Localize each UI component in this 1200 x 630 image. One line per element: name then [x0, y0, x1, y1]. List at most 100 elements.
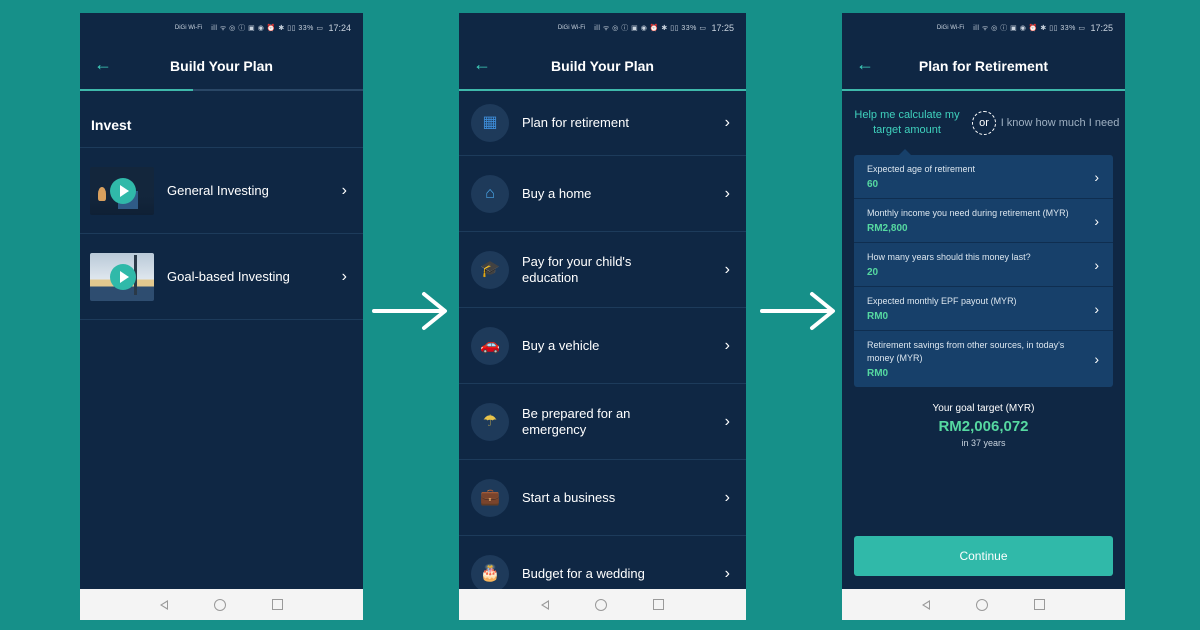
app-bar: ← Plan for Retirement: [842, 43, 1125, 89]
arrow-right-icon: [760, 292, 835, 330]
play-icon[interactable]: [110, 177, 136, 204]
goal-item[interactable]: ☂ Be prepared for an emergency ›: [459, 384, 746, 460]
chevron-right-icon: ›: [341, 181, 347, 199]
chevron-right-icon: ›: [1094, 256, 1099, 273]
goal-glyph: ▦: [482, 114, 498, 131]
goal-target-summary: Your goal target (MYR) RM2,006,072 in 37…: [842, 403, 1125, 448]
goal-item-label: Buy a home: [522, 185, 592, 201]
back-arrow-icon[interactable]: ←: [473, 55, 491, 73]
chevron-right-icon: ›: [1094, 168, 1099, 185]
goal-item[interactable]: 🚗 Buy a vehicle ›: [459, 308, 746, 384]
option-calculate-target[interactable]: Help me calculate my target amount: [842, 108, 972, 138]
or-badge: or: [972, 111, 996, 135]
retirement-field[interactable]: Expected monthly EPF payout (MYR) RM0 ›: [854, 287, 1113, 331]
chevron-right-icon: ›: [724, 260, 730, 278]
graduation-cap-icon: 🎓: [471, 250, 509, 289]
retirement-icon: ▦: [471, 104, 509, 142]
chevron-right-icon: ›: [341, 267, 347, 285]
field-value: RM0: [867, 311, 889, 322]
nav-recent-icon[interactable]: [1034, 599, 1045, 610]
nav-home-icon[interactable]: [595, 598, 607, 611]
page-title: Build Your Plan: [551, 58, 654, 74]
status-bar: DiGi Wi-Fi ill ᯤ ◎ ⓘ ▣ ◉ ⏰ ✱ ▯▯ 33% ▭ 17…: [842, 13, 1125, 43]
retirement-field[interactable]: How many years should this money last? 20…: [854, 243, 1113, 287]
chevron-right-icon: ›: [724, 114, 730, 131]
chevron-right-icon: ›: [724, 564, 730, 582]
goal-item-label: Pay for your child's education: [522, 253, 632, 285]
retirement-field[interactable]: Expected age of retirement 60 ›: [854, 155, 1113, 199]
status-time: 17:24: [328, 23, 351, 33]
carrier-label: DiGi Wi-Fi: [557, 25, 586, 31]
progress-fill: [80, 89, 194, 91]
android-nav-bar: [459, 589, 746, 620]
phone-screen-invest: DiGi Wi-Fi ill ᯤ ◎ ⓘ ▣ ◉ ⏰ ✱ ▯▯ 33% ▭ 17…: [80, 13, 363, 620]
goal-item-label: Buy a vehicle: [522, 337, 600, 353]
field-label: Retirement savings from other sources, i…: [867, 340, 1065, 363]
goal-glyph: ☂: [482, 412, 498, 430]
phone-screen-retirement: DiGi Wi-Fi ill ᯤ ◎ ⓘ ▣ ◉ ⏰ ✱ ▯▯ 33% ▭ 17…: [842, 13, 1125, 620]
wedding-cake-icon: 🎂: [471, 554, 509, 593]
goal-item-label: Be prepared for an emergency: [522, 405, 631, 437]
briefcase-icon: 💼: [471, 478, 509, 517]
nav-home-icon[interactable]: [976, 598, 988, 611]
field-label: Expected monthly EPF payout (MYR): [867, 296, 1017, 306]
general-investing-item[interactable]: General Investing ›: [80, 148, 363, 234]
chevron-right-icon: ›: [724, 336, 730, 354]
option-know-amount[interactable]: I know how much I need: [996, 116, 1124, 131]
goal-list: ▦ Plan for retirement › ⌂ Buy a home › 🎓 Pay fo…: [459, 91, 746, 612]
back-arrow-icon[interactable]: ←: [856, 55, 874, 73]
umbrella-icon: ☂: [471, 402, 509, 441]
goal-item[interactable]: ▦ Plan for retirement ›: [459, 91, 746, 156]
chevron-right-icon: ›: [724, 412, 730, 430]
retirement-field[interactable]: Retirement savings from other sources, i…: [854, 331, 1113, 387]
goal-based-investing-item[interactable]: Goal-based Investing ›: [80, 234, 363, 320]
app-bar: ← Build Your Plan: [459, 43, 746, 89]
calculation-mode-toggle: Help me calculate my target amount or I …: [842, 91, 1125, 156]
goal-target-label: Your goal target (MYR): [932, 403, 1035, 414]
goal-target-duration: in 37 years: [961, 438, 1006, 448]
page-title: Plan for Retirement: [918, 58, 1049, 74]
home-icon: ⌂: [471, 174, 509, 213]
status-icons: ill ᯤ ◎ ⓘ ▣ ◉ ⏰ ✱ ▯▯ 33% ▭: [594, 25, 707, 32]
field-label: Expected age of retirement: [867, 164, 976, 174]
chevron-right-icon: ›: [724, 184, 730, 202]
goal-item-label: Plan for retirement: [522, 115, 629, 130]
goal-item[interactable]: ⌂ Buy a home ›: [459, 156, 746, 232]
goal-item[interactable]: 💼 Start a business ›: [459, 460, 746, 536]
goal-glyph: 🚗: [480, 336, 500, 354]
nav-back-icon[interactable]: [160, 599, 168, 610]
android-nav-bar: [842, 589, 1125, 620]
chevron-right-icon: ›: [1094, 212, 1099, 229]
chevron-right-icon: ›: [724, 488, 730, 506]
play-icon[interactable]: [110, 263, 136, 290]
goal-based-investing-label: Goal-based Investing: [167, 269, 290, 284]
status-time: 17:25: [1090, 23, 1113, 33]
general-investing-thumbnail: [90, 166, 154, 215]
field-value: 60: [867, 179, 879, 190]
goal-item[interactable]: 🎓 Pay for your child's education ›: [459, 232, 746, 308]
nav-back-icon[interactable]: [541, 599, 549, 610]
goal-glyph: 🎂: [480, 564, 500, 582]
status-icons: ill ᯤ ◎ ⓘ ▣ ◉ ⏰ ✱ ▯▯ 33% ▭: [973, 25, 1086, 32]
nav-recent-icon[interactable]: [272, 599, 283, 610]
nav-back-icon[interactable]: [922, 599, 930, 610]
nav-home-icon[interactable]: [214, 598, 226, 611]
chevron-right-icon: ›: [1094, 300, 1099, 317]
carrier-label: DiGi Wi-Fi: [936, 25, 965, 31]
back-arrow-icon[interactable]: ←: [94, 55, 112, 73]
palm-tree-illustration: [134, 254, 150, 295]
status-time: 17:25: [711, 23, 734, 33]
status-icons: ill ᯤ ◎ ⓘ ▣ ◉ ⏰ ✱ ▯▯ 33% ▭: [211, 25, 324, 32]
goal-glyph: ⌂: [485, 184, 495, 202]
general-investing-label: General Investing: [167, 183, 269, 198]
goal-based-investing-thumbnail: [90, 252, 154, 301]
nav-recent-icon[interactable]: [653, 599, 664, 610]
progress-bar: [80, 89, 363, 91]
goal-item-label: Start a business: [522, 489, 616, 505]
field-value: 20: [867, 267, 879, 278]
retirement-field[interactable]: Monthly income you need during retiremen…: [854, 199, 1113, 243]
continue-button[interactable]: Continue: [854, 536, 1113, 576]
goal-glyph: 💼: [480, 488, 500, 506]
carrier-label: DiGi Wi-Fi: [174, 25, 203, 31]
phone-screen-goals: DiGi Wi-Fi ill ᯤ ◎ ⓘ ▣ ◉ ⏰ ✱ ▯▯ 33% ▭ 17…: [459, 13, 746, 620]
